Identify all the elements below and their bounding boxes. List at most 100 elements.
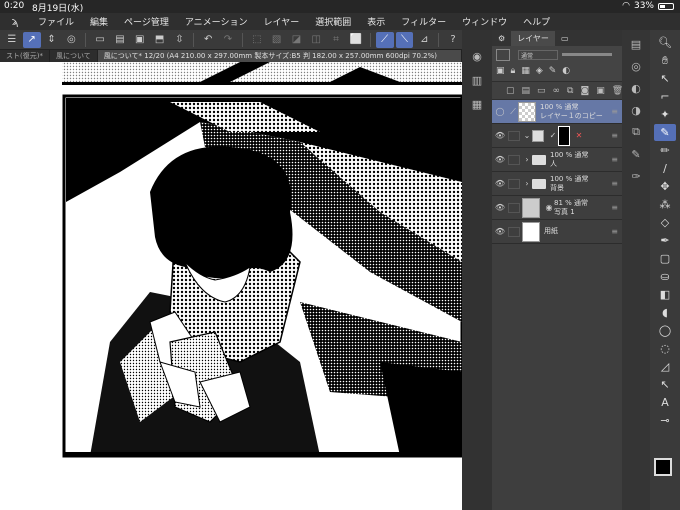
- new-raster-layer-icon[interactable]: ▢: [506, 86, 515, 96]
- new-file-icon[interactable]: ▭: [91, 32, 109, 48]
- eye-icon[interactable]: ◯: [492, 107, 508, 116]
- brush-size-icon[interactable]: ◎: [625, 56, 647, 76]
- chevron-right-icon[interactable]: ›: [522, 155, 532, 164]
- lasso-icon[interactable]: ◌: [654, 340, 676, 357]
- up-down-arrows-icon[interactable]: ⇕: [43, 32, 61, 48]
- layer-row[interactable]: 👁︎ ◉ 81 % 通常 写真 1 ≡: [492, 196, 622, 220]
- eraser-icon[interactable]: ◇: [654, 214, 676, 231]
- chevron-down-icon[interactable]: ⌄: [522, 131, 532, 140]
- link-icon[interactable]: ∞: [553, 86, 561, 96]
- airbrush-icon[interactable]: ⁂: [654, 196, 676, 213]
- layer-row[interactable]: 👁︎ › 100 % 通常 背景 ≡: [492, 172, 622, 196]
- menu-selection[interactable]: 選択範囲: [307, 15, 359, 28]
- sub-tool-icon[interactable]: ✑: [625, 166, 647, 186]
- snap-special-ruler-icon[interactable]: ⟍: [395, 31, 414, 48]
- drag-handle-icon[interactable]: ≡: [611, 107, 618, 116]
- menu-layer[interactable]: レイヤー: [256, 15, 308, 28]
- eye-icon[interactable]: 👁︎: [492, 227, 508, 236]
- smart-edit-icon[interactable]: ↗: [22, 31, 41, 48]
- drag-handle-icon[interactable]: ≡: [611, 227, 618, 236]
- fill-icon[interactable]: ◪: [288, 32, 306, 48]
- vector-icon[interactable]: ✒: [654, 232, 676, 249]
- clip-icon[interactable]: ▣: [496, 66, 505, 76]
- lock-checkbox[interactable]: [508, 154, 520, 165]
- balloon-icon[interactable]: ⊸: [654, 412, 676, 429]
- menu-filter[interactable]: フィルター: [393, 15, 454, 28]
- material-icon[interactable]: ▦: [462, 92, 492, 116]
- invert-icon[interactable]: ◫: [307, 32, 325, 48]
- reference-icon[interactable]: ◈: [536, 66, 543, 76]
- menu-window[interactable]: ウィンドウ: [454, 15, 515, 28]
- menu-view[interactable]: 表示: [359, 15, 393, 28]
- layer-row[interactable]: 👁︎ 用紙 ≡: [492, 220, 622, 244]
- mask-disabled-icon[interactable]: ✕: [574, 131, 584, 140]
- snap-ruler-icon[interactable]: ⟋: [375, 31, 394, 48]
- new-vector-layer-icon[interactable]: ▤: [522, 86, 531, 96]
- export-icon[interactable]: ⬒: [151, 32, 169, 48]
- layer-property-tab-icon[interactable]: ⚙: [492, 32, 511, 45]
- new-folder-icon[interactable]: ▭: [537, 86, 546, 96]
- drag-handle-icon[interactable]: ≡: [611, 155, 618, 164]
- apply-mask-icon[interactable]: ▣: [596, 86, 605, 96]
- eye-icon[interactable]: 👁︎: [492, 155, 508, 164]
- move-hand-icon[interactable]: ✋︎: [654, 52, 676, 69]
- brush-icon[interactable]: ∕: [654, 160, 676, 177]
- menu-page-management[interactable]: ページ管理: [116, 15, 177, 28]
- lock-checkbox[interactable]: [508, 178, 520, 189]
- draft-icon[interactable]: ✎: [549, 66, 557, 76]
- zoom-icon[interactable]: 🔍︎: [654, 34, 676, 51]
- lock-checkbox[interactable]: [508, 226, 520, 237]
- modify-icon[interactable]: ◎: [62, 32, 80, 48]
- tab-restored-file[interactable]: スト(復元)*: [0, 50, 50, 62]
- menu-edit[interactable]: 編集: [82, 15, 116, 28]
- layer-panel-icon[interactable]: ⧉: [625, 122, 647, 142]
- lock-transparent-icon[interactable]: ▦: [521, 66, 530, 76]
- tab-second-file[interactable]: 風について: [50, 50, 98, 62]
- color-wheel-icon[interactable]: ◐: [625, 78, 647, 98]
- snap-grid-icon[interactable]: ⊿: [415, 32, 433, 48]
- eyedropper-icon[interactable]: ⌐: [654, 88, 676, 105]
- figure-icon[interactable]: ◯: [654, 322, 676, 339]
- sub-view-icon[interactable]: ▥: [462, 68, 492, 92]
- navigator-icon[interactable]: ◉: [462, 44, 492, 68]
- drag-handle-icon[interactable]: ≡: [611, 131, 618, 140]
- lock-checkbox[interactable]: [508, 202, 520, 213]
- tab-search-icon[interactable]: ▭: [555, 32, 575, 45]
- eye-icon[interactable]: 👁︎: [492, 179, 508, 188]
- select-all-icon[interactable]: ⬜: [347, 32, 365, 48]
- correct-line-icon[interactable]: ↖: [654, 376, 676, 393]
- gradient-icon[interactable]: ◧: [654, 286, 676, 303]
- help-icon[interactable]: ?: [444, 32, 462, 48]
- layer-row[interactable]: 👁︎ ⌄ ✓ ✕ ≡: [492, 124, 622, 148]
- lock-checkbox[interactable]: [508, 130, 520, 141]
- eye-icon[interactable]: 👁︎: [492, 203, 508, 212]
- app-logo-icon[interactable]: ϡ: [0, 15, 30, 28]
- mask-icon[interactable]: ◙: [580, 86, 589, 96]
- sort-icon[interactable]: ⇳: [170, 32, 188, 48]
- palette-color-icon[interactable]: ◐: [562, 66, 570, 76]
- drawing-canvas[interactable]: [0, 62, 462, 510]
- operation-icon[interactable]: ↖: [654, 70, 676, 87]
- layer-row[interactable]: 👁︎ › 100 % 通常 人 ≡: [492, 148, 622, 172]
- drag-handle-icon[interactable]: ≡: [611, 179, 618, 188]
- eye-icon[interactable]: 👁︎: [492, 131, 508, 140]
- opacity-slider[interactable]: [562, 53, 612, 56]
- blend-icon[interactable]: ◖: [654, 304, 676, 321]
- transform-icon[interactable]: ⬚: [248, 32, 266, 48]
- hamburger-menu-icon[interactable]: ☰: [3, 32, 21, 48]
- pencil-icon[interactable]: ✏︎: [654, 142, 676, 159]
- clear-icon[interactable]: ▧: [268, 32, 286, 48]
- menu-file[interactable]: ファイル: [30, 15, 82, 28]
- tab-layers[interactable]: レイヤー: [511, 30, 555, 46]
- tab-active-file[interactable]: 風について* 12/20 (A4 210.00 x 297.00mm 製本サイズ…: [97, 50, 462, 62]
- move-layer-icon[interactable]: ✥: [654, 178, 676, 195]
- menu-help[interactable]: ヘルプ: [515, 15, 558, 28]
- drag-handle-icon[interactable]: ≡: [611, 203, 618, 212]
- lock-icon[interactable]: 🔒︎: [511, 66, 516, 76]
- layer-color-mode-icon[interactable]: [496, 49, 510, 61]
- chevron-right-icon[interactable]: ›: [522, 179, 532, 188]
- blend-mode-select[interactable]: 通常: [518, 50, 558, 60]
- pen-tool-icon[interactable]: ✎: [625, 144, 647, 164]
- layer-row[interactable]: ◯ ⟋ 100 % 通常 レイヤー１のコピー ≡: [492, 100, 622, 124]
- frame-icon[interactable]: ▢: [654, 250, 676, 267]
